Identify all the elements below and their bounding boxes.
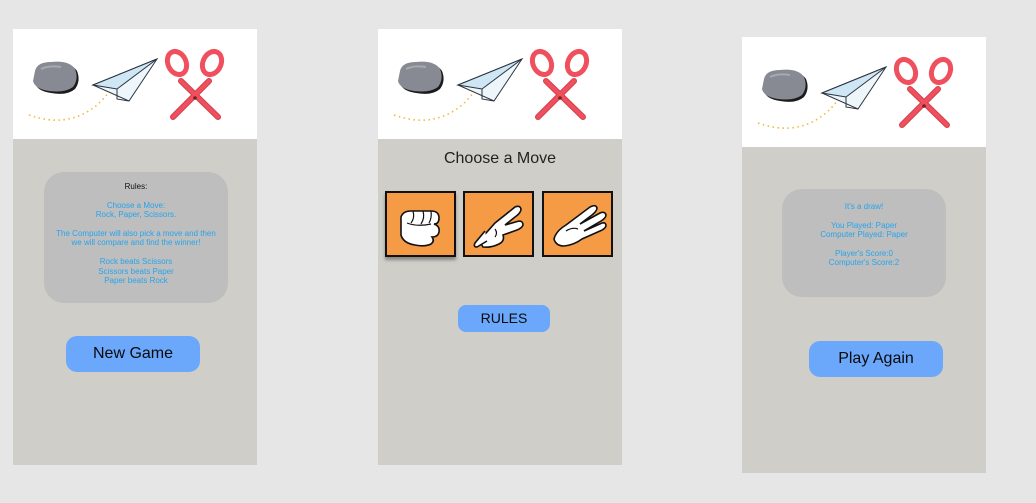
rules-title: Rules: bbox=[124, 182, 148, 191]
play-again-button[interactable]: Play Again bbox=[809, 341, 943, 377]
outcome-text: It's a draw! bbox=[844, 202, 884, 211]
rule-item: Paper beats Rock bbox=[104, 276, 168, 286]
player-score-text: Player's Score:0 bbox=[835, 248, 893, 258]
peace-hand-icon bbox=[473, 205, 524, 248]
rules-button[interactable]: RULES bbox=[458, 305, 550, 332]
rules-screen: Rules: Choose a Move: Rock, Paper, Sciss… bbox=[13, 29, 257, 465]
choose-move-screen: Choose a Move RULES bbox=[378, 29, 622, 465]
rules-options-text: Rock, Paper, Scissors. bbox=[95, 210, 177, 220]
rules-move-paragraph: Choose a Move: Rock, Paper, Scissors. bbox=[44, 201, 228, 220]
rock-paper-scissors-logo-icon bbox=[742, 37, 986, 147]
rules-move-text: Choose a Move: bbox=[106, 200, 166, 210]
paper-move-button[interactable] bbox=[463, 191, 534, 257]
scores: Player's Score:0 Computer's Score:2 bbox=[782, 249, 946, 268]
header-banner bbox=[13, 29, 257, 139]
player-move-text: You Played: Paper bbox=[831, 220, 897, 230]
moves-played: You Played: Paper Computer Played: Paper bbox=[782, 221, 946, 240]
computer-score-text: Computer's Score:2 bbox=[828, 258, 900, 268]
rules-computer-text: The Computer will also pick a move and t… bbox=[56, 228, 216, 248]
result-screen: It's a draw! You Played: Paper Computer … bbox=[742, 37, 986, 473]
choose-move-title: Choose a Move bbox=[443, 150, 557, 167]
header-banner bbox=[742, 37, 986, 147]
rules-card: Rules: Choose a Move: Rock, Paper, Sciss… bbox=[44, 172, 228, 303]
rules-list: Rock beats Scissors Scissors beats Paper… bbox=[44, 257, 228, 286]
header-banner bbox=[378, 29, 622, 139]
rule-item: Rock beats Scissors bbox=[99, 256, 173, 266]
result-card: It's a draw! You Played: Paper Computer … bbox=[782, 189, 946, 297]
rock-move-button[interactable] bbox=[385, 191, 456, 257]
computer-move-text: Computer Played: Paper bbox=[820, 230, 908, 240]
open-hand-icon bbox=[553, 204, 607, 247]
fist-icon bbox=[400, 210, 440, 247]
rock-paper-scissors-logo-icon bbox=[378, 29, 622, 139]
scissors-move-button[interactable] bbox=[542, 191, 613, 257]
rule-item: Scissors beats Paper bbox=[98, 266, 174, 276]
rock-paper-scissors-logo-icon bbox=[13, 29, 257, 139]
new-game-button[interactable]: New Game bbox=[66, 336, 200, 372]
